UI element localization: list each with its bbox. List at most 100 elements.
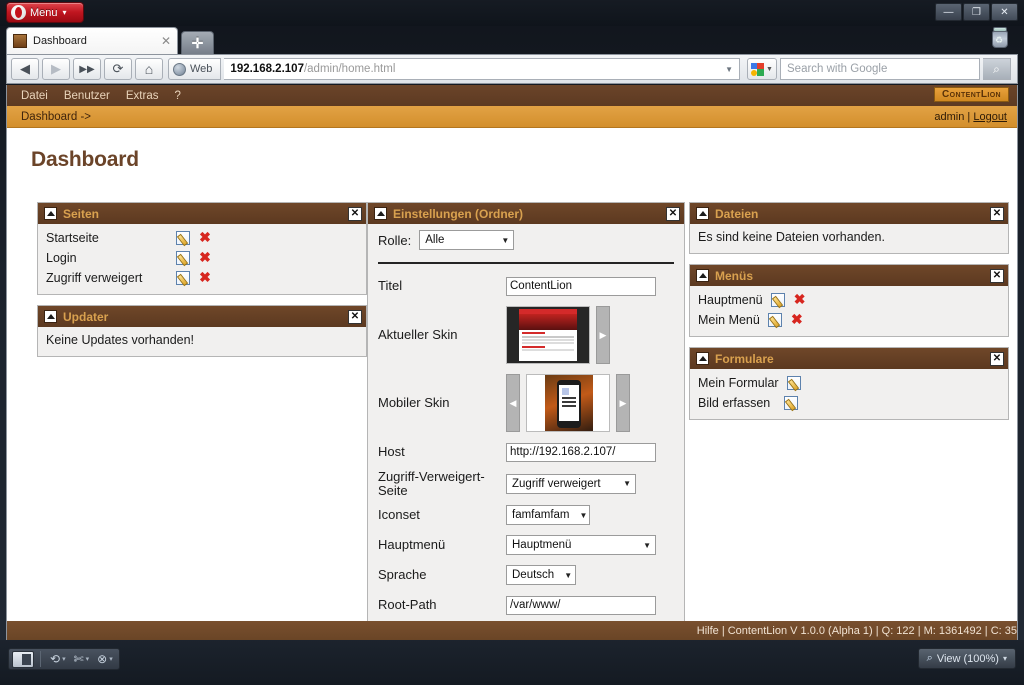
denied-page-select[interactable]: Zugriff verweigert ▼ [506, 473, 636, 494]
page-mode-selector[interactable]: Web [168, 58, 222, 80]
rolle-select[interactable]: Alle ▼ [419, 230, 515, 250]
collapse-arrow-icon[interactable] [696, 207, 709, 220]
search-engine-button[interactable]: ▼ [747, 58, 777, 80]
block-icon: ⊗ [97, 652, 108, 666]
home-button[interactable]: ⌂ [135, 58, 163, 80]
item-label: Zugriff verweigert [46, 271, 143, 285]
fast-forward-button[interactable]: ▶▶ [73, 58, 101, 80]
widget-header: Updater ✕ [38, 306, 366, 327]
opera-menu-button[interactable]: Menu ▾ [6, 2, 84, 23]
maximize-button[interactable]: ❐ [963, 3, 990, 21]
sprache-select[interactable]: Deutsch ▼ [506, 565, 576, 586]
new-tab-button[interactable]: ✛ [181, 31, 214, 54]
widget-seiten: Seiten ✕ Startseite ✖ Login ✖ Zugriff ve… [37, 202, 367, 295]
collapse-arrow-icon[interactable] [44, 310, 57, 323]
menu-item-help[interactable]: ? [174, 90, 180, 102]
close-icon[interactable]: ✕ [666, 206, 680, 221]
status-tool-2[interactable]: ✄ ▾ [71, 652, 93, 666]
item-label: Bild erfassen [698, 396, 771, 410]
status-tool-1[interactable]: ⟲ ▾ [47, 652, 69, 666]
user-session: admin | Logout [934, 111, 1007, 123]
phone-shape [557, 380, 581, 428]
logout-link[interactable]: Logout [973, 111, 1007, 123]
edit-icon[interactable] [176, 271, 190, 285]
close-icon[interactable]: ✕ [990, 268, 1004, 283]
page-content: Datei Benutzer Extras ? ContentLion Dash… [6, 85, 1018, 640]
tab-close-icon[interactable]: ✕ [161, 34, 171, 48]
minimize-button[interactable]: — [935, 3, 962, 21]
item-label: Mein Formular [698, 376, 779, 390]
search-icon[interactable]: ⌕ [983, 58, 1011, 80]
chevron-down-icon: ▼ [643, 540, 651, 550]
chevron-down-icon[interactable]: ▼ [725, 65, 733, 74]
page-mode-label: Web [190, 63, 213, 75]
edit-icon[interactable] [176, 231, 190, 245]
chevron-down-icon: ▼ [579, 510, 588, 520]
collapse-arrow-icon[interactable] [44, 207, 57, 220]
window-controls: — ❐ ✕ [935, 3, 1018, 21]
iconset-select[interactable]: famfamfam ▼ [506, 505, 590, 526]
field-titel: Titel ContentLion [378, 274, 674, 298]
tab-dashboard[interactable]: Dashboard ✕ [6, 27, 178, 54]
close-icon[interactable]: ✕ [348, 206, 362, 221]
dashboard-column-right: Dateien ✕ Es sind keine Dateien vorhande… [689, 202, 1009, 640]
divider [378, 262, 674, 264]
mobile-skin-next-button[interactable]: ▶ [616, 374, 630, 432]
forward-button[interactable]: ▶ [42, 58, 70, 80]
chevron-down-icon: ▼ [501, 235, 510, 245]
menu-item-benutzer[interactable]: Benutzer [64, 90, 110, 102]
hauptmenu-select[interactable]: Hauptmenü ▼ [506, 535, 656, 556]
widget-body: Rolle: Alle ▼ Titel ContentLion Aktuelle… [368, 224, 684, 640]
zoom-control[interactable]: ⌕ View (100%) ▾ [917, 648, 1016, 669]
rolle-row: Rolle: Alle ▼ [378, 230, 674, 250]
dashboard-column-center: Einstellungen (Ordner) ✕ Rolle: Alle ▼ T… [367, 202, 685, 640]
delete-icon[interactable]: ✖ [198, 270, 212, 285]
widget-body: Mein Formular Bild erfassen [690, 369, 1008, 419]
collapse-arrow-icon[interactable] [696, 269, 709, 282]
denied-page-value: Zugriff verweigert [512, 477, 601, 490]
edit-icon[interactable] [770, 293, 785, 307]
reload-button[interactable]: ⟳ [104, 58, 132, 80]
delete-icon[interactable]: ✖ [198, 250, 212, 265]
field-label: Titel [378, 278, 403, 294]
panels-toggle-icon[interactable] [12, 650, 34, 668]
rootpath-input[interactable]: /var/www/ [506, 595, 656, 615]
phone-screen [559, 385, 579, 421]
address-bar[interactable]: 192.168.2.107/admin/home.html ▼ [224, 58, 740, 80]
collapse-arrow-icon[interactable] [696, 352, 709, 365]
breadcrumb: Dashboard -> [21, 110, 91, 123]
chevron-down-icon: ▾ [109, 656, 113, 663]
edit-icon[interactable] [767, 313, 782, 327]
list-item: Bild erfassen [698, 393, 1000, 413]
menu-item-extras[interactable]: Extras [126, 90, 159, 102]
close-icon[interactable]: ✕ [990, 351, 1004, 366]
search-input[interactable]: Search with Google [780, 58, 980, 80]
delete-icon[interactable]: ✖ [198, 230, 212, 245]
collapse-arrow-icon[interactable] [374, 207, 387, 220]
delete-icon[interactable]: ✖ [790, 312, 804, 327]
list-item: Mein Menü ✖ [698, 310, 1000, 330]
close-icon[interactable]: ✕ [348, 309, 362, 324]
delete-icon[interactable]: ✖ [793, 292, 807, 307]
field-mobiler-skin: Mobiler Skin ◀ ▶ [378, 372, 674, 434]
host-input[interactable]: http://192.168.2.107/ [506, 442, 656, 462]
back-button[interactable]: ◀ [11, 58, 39, 80]
skin-next-button[interactable]: ▶ [596, 306, 610, 364]
separator: | [967, 110, 971, 123]
edit-icon[interactable] [784, 396, 798, 410]
list-item: Zugriff verweigert ✖ [46, 268, 358, 288]
menu-item-datei[interactable]: Datei [21, 90, 48, 102]
status-tool-3[interactable]: ⊗ ▾ [94, 652, 116, 666]
opera-menu-label: Menu [30, 6, 58, 19]
scissors-icon: ✄ [73, 652, 84, 666]
mobile-skin-preview[interactable] [526, 374, 610, 432]
close-icon[interactable]: ✕ [990, 206, 1004, 221]
edit-icon[interactable] [176, 251, 190, 265]
mobile-skin-prev-button[interactable]: ◀ [506, 374, 520, 432]
widget-header: Einstellungen (Ordner) ✕ [368, 203, 684, 224]
close-button[interactable]: ✕ [991, 3, 1018, 21]
titel-input[interactable]: ContentLion [506, 276, 656, 296]
edit-icon[interactable] [786, 376, 801, 390]
widget-header: Seiten ✕ [38, 203, 366, 224]
desktop-skin-preview[interactable] [506, 306, 590, 364]
